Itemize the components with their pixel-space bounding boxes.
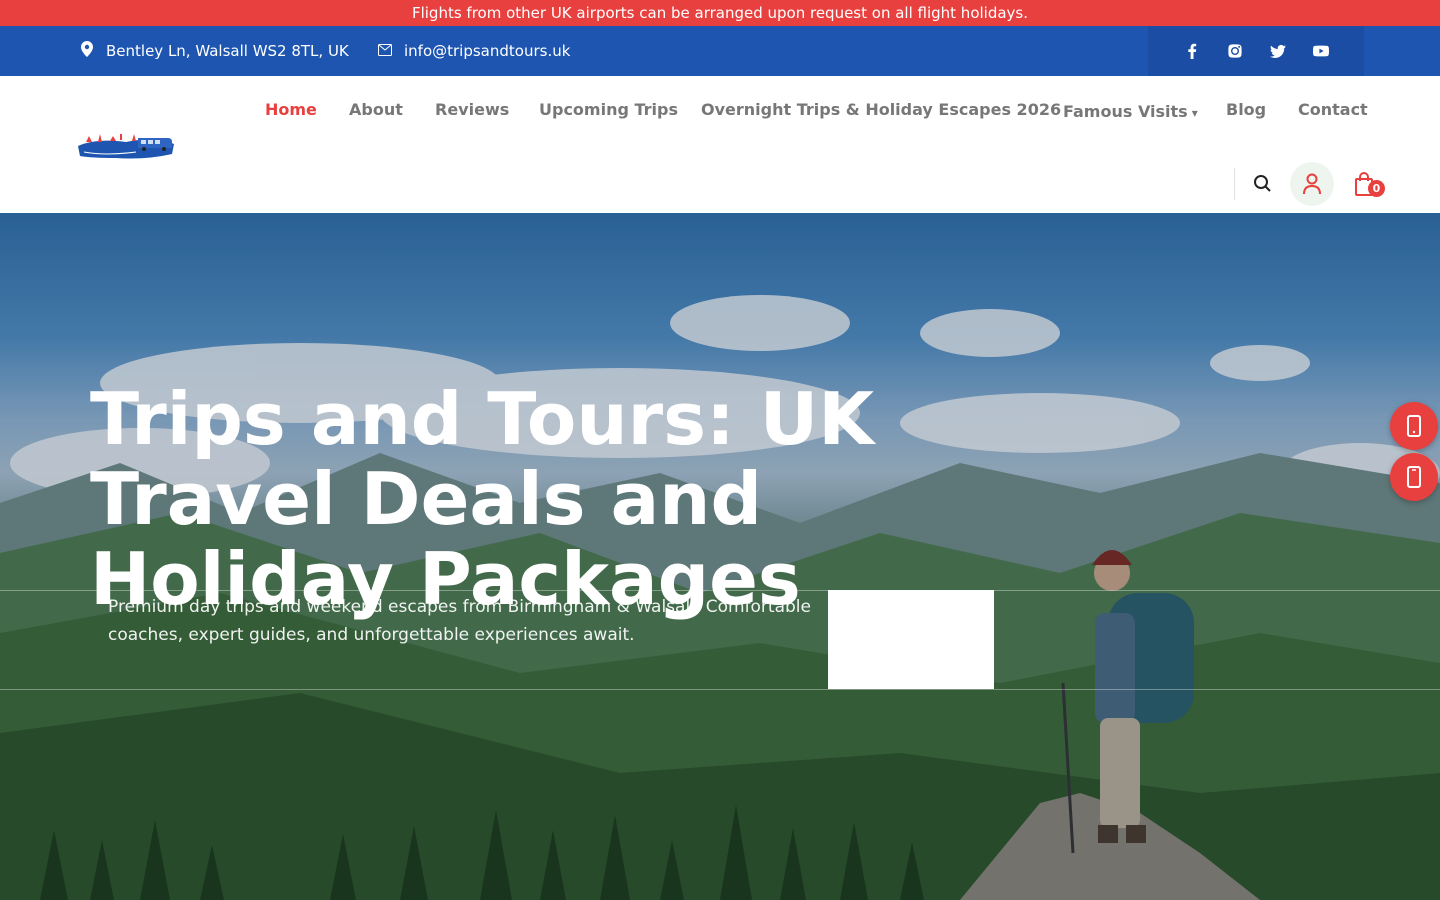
main-navigation: Home About Reviews Upcoming Trips Overni…: [0, 100, 1440, 124]
cart-count-badge: 0: [1368, 180, 1385, 197]
social-links: [1148, 26, 1364, 76]
announcement-text: Flights from other UK airports can be ar…: [411, 4, 1029, 22]
mobile-icon: [1407, 466, 1421, 488]
cart-button[interactable]: 0: [1354, 172, 1385, 200]
youtube-icon[interactable]: [1312, 42, 1330, 60]
user-icon: [1303, 173, 1321, 195]
email-info[interactable]: info@tripsandtours.uk: [378, 26, 570, 76]
hero-divider-top: [0, 590, 1440, 591]
floating-mobile-button[interactable]: [1390, 453, 1438, 501]
nav-upcoming-trips[interactable]: Upcoming Trips: [539, 100, 678, 119]
email-link[interactable]: info@tripsandtours.uk: [404, 42, 570, 60]
envelope-icon: [378, 42, 392, 60]
account-button[interactable]: [1290, 162, 1334, 206]
nav-contact[interactable]: Contact: [1298, 100, 1368, 119]
top-info-bar: Bentley Ln, Walsall WS2 8TL, UK info@tri…: [0, 26, 1440, 76]
twitter-icon[interactable]: [1269, 42, 1287, 60]
site-header: Home About Reviews Upcoming Trips Overni…: [0, 76, 1440, 213]
nav-reviews[interactable]: Reviews: [435, 100, 509, 119]
hero-title: Trips and Tours: UK Travel Deals and Hol…: [90, 377, 875, 621]
hero-divider-bottom: [0, 689, 1440, 690]
address-info: Bentley Ln, Walsall WS2 8TL, UK: [80, 26, 349, 76]
nav-famous-visits[interactable]: Famous Visits ▾: [1063, 102, 1198, 121]
header-divider: [1234, 168, 1235, 200]
announcement-bar: Flights from other UK airports can be ar…: [0, 0, 1440, 26]
instagram-icon[interactable]: [1226, 42, 1244, 60]
address-text: Bentley Ln, Walsall WS2 8TL, UK: [106, 42, 349, 60]
nav-about[interactable]: About: [349, 100, 403, 119]
phone-icon: [1407, 415, 1421, 437]
chevron-down-icon: ▾: [1191, 106, 1198, 120]
nav-overnight-trips[interactable]: Overnight Trips & Holiday Escapes 2026: [701, 100, 1061, 119]
hero-section: Trips and Tours: UK Travel Deals and Hol…: [0, 213, 1440, 900]
nav-famous-visits-label: Famous Visits: [1063, 102, 1188, 121]
search-icon[interactable]: [1252, 172, 1272, 196]
nav-home[interactable]: Home: [265, 100, 317, 119]
floating-phone-button[interactable]: [1390, 402, 1438, 450]
map-pin-icon: [80, 41, 94, 61]
site-logo[interactable]: [76, 128, 176, 162]
hero-white-panel: [828, 590, 994, 689]
nav-blog[interactable]: Blog: [1226, 100, 1266, 119]
hero-subtitle: Premium day trips and weekend escapes fr…: [108, 597, 811, 645]
facebook-icon[interactable]: [1183, 42, 1201, 60]
